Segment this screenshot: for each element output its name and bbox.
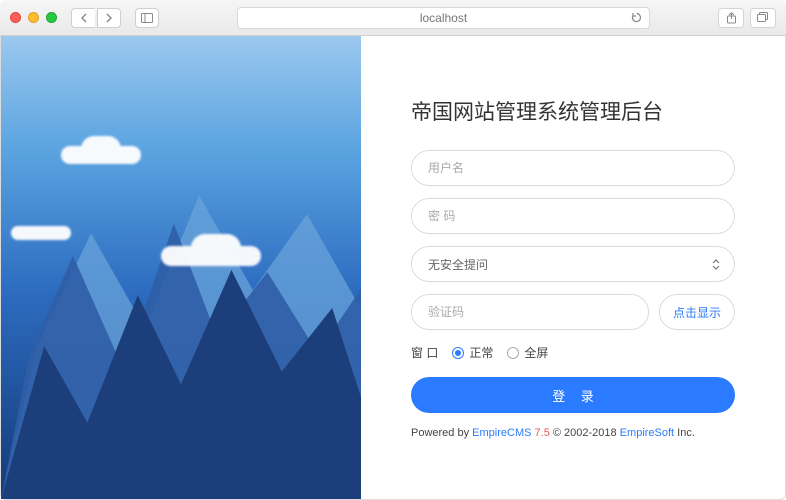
login-button-label: 登 录 (552, 389, 600, 404)
minimize-window-icon[interactable] (28, 12, 39, 23)
window-mode-option-normal[interactable]: 正常 (452, 344, 493, 361)
window-option-label: 正常 (469, 344, 493, 361)
back-button[interactable] (71, 8, 95, 28)
close-window-icon[interactable] (10, 12, 21, 23)
sidebar-button[interactable] (135, 8, 159, 28)
browser-chrome: localhost (0, 0, 786, 36)
address-text: localhost (420, 11, 467, 25)
product-link[interactable]: EmpireCMS (472, 427, 531, 439)
captcha-field-wrapper (411, 294, 649, 330)
tabs-button[interactable] (750, 8, 776, 28)
window-mode-label: 窗 口 (411, 344, 438, 361)
window-controls (10, 12, 57, 23)
zoom-window-icon[interactable] (46, 12, 57, 23)
login-panel: 帝国网站管理系统管理后台 无安全提问 点击显示 窗 口 (361, 36, 785, 499)
radio-icon (507, 347, 519, 359)
username-input[interactable] (428, 161, 718, 175)
window-mode-row: 窗 口 正常 全屏 (411, 344, 735, 361)
password-field-wrapper (411, 198, 735, 234)
window-mode-option-fullscreen[interactable]: 全屏 (507, 344, 548, 361)
nav-back-forward (71, 8, 121, 28)
footer-text: Powered by EmpireCMS 7.5 © 2002-2018 Emp… (411, 427, 735, 439)
username-field-wrapper (411, 150, 735, 186)
version-text: 7.5 (535, 427, 550, 439)
hero-image (1, 36, 361, 499)
chevron-updown-icon (712, 259, 720, 270)
window-option-label: 全屏 (524, 344, 548, 361)
show-captcha-label: 点击显示 (673, 304, 721, 321)
radio-icon (452, 347, 464, 359)
show-captcha-button[interactable]: 点击显示 (659, 294, 735, 330)
captcha-input[interactable] (428, 305, 632, 319)
reload-icon[interactable] (629, 11, 643, 25)
address-bar[interactable]: localhost (237, 7, 650, 29)
share-button[interactable] (718, 8, 744, 28)
security-question-select[interactable]: 无安全提问 (411, 246, 735, 282)
page-title: 帝国网站管理系统管理后台 (411, 96, 735, 126)
company-link[interactable]: EmpireSoft (620, 427, 674, 439)
password-input[interactable] (428, 209, 718, 223)
login-button[interactable]: 登 录 (411, 377, 735, 413)
security-question-selected-text: 无安全提问 (428, 256, 718, 273)
forward-button[interactable] (97, 8, 121, 28)
